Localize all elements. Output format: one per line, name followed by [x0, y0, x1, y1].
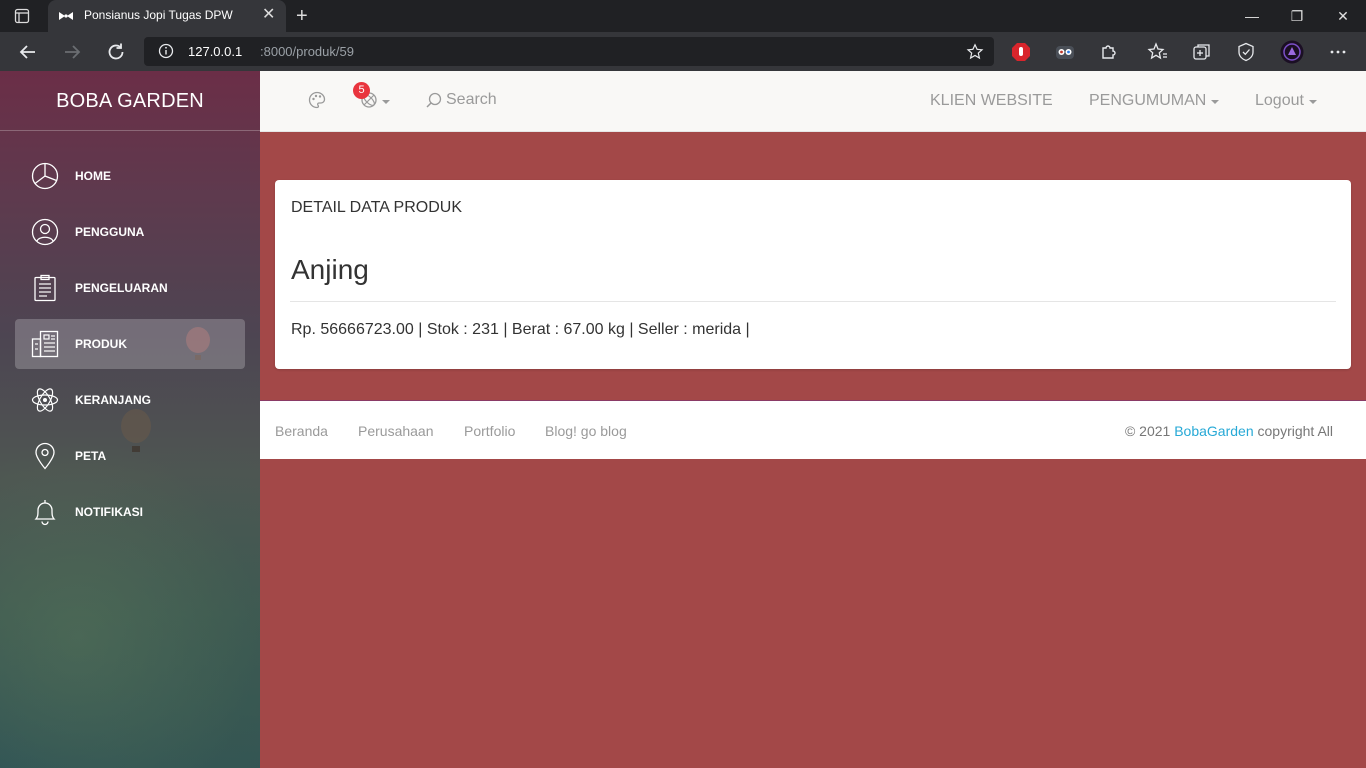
sidebar: BOBA GARDEN HOME PENGGUNA PENGELUARAN PR…: [0, 71, 260, 768]
product-details: Rp. 56666723.00 | Stok : 231 | Berat : 6…: [291, 321, 750, 338]
sidebar-item-pengguna[interactable]: PENGGUNA: [15, 207, 245, 257]
sidebar-item-peta[interactable]: PETA: [15, 431, 245, 481]
copyright-suffix: copyright All: [1253, 423, 1334, 439]
collections-icon[interactable]: [1191, 41, 1213, 63]
footer-link-portfolio[interactable]: Portfolio: [464, 423, 515, 439]
minimize-button[interactable]: —: [1229, 0, 1275, 32]
restore-button[interactable]: ❐: [1274, 0, 1320, 32]
url-path: :8000/produk/59: [260, 44, 354, 59]
footer-link-perusahaan[interactable]: Perusahaan: [358, 423, 434, 439]
profile-avatar-icon[interactable]: [1280, 40, 1304, 64]
chevron-down-icon: [1309, 100, 1317, 104]
sidebar-item-home[interactable]: HOME: [15, 151, 245, 201]
map-pin-icon: [35, 442, 55, 470]
brand-logo[interactable]: BOBA GARDEN: [0, 71, 260, 131]
favorites-icon[interactable]: [1147, 41, 1169, 63]
chevron-down-icon: [382, 100, 390, 104]
url-host: 127.0.0.1: [188, 44, 243, 59]
sidebar-item-keranjang[interactable]: KERANJANG: [15, 375, 245, 425]
pie-chart-icon: [31, 162, 59, 190]
copyright-brand-link[interactable]: BobaGarden: [1174, 423, 1253, 439]
building-icon: [31, 330, 59, 358]
sidebar-item-pengeluaran[interactable]: PENGELUARAN: [15, 263, 245, 313]
notification-count-badge: 5: [353, 82, 370, 99]
browser-essentials-icon[interactable]: [1235, 41, 1257, 63]
site-info-icon[interactable]: [158, 43, 174, 59]
chevron-down-icon: [1211, 100, 1219, 104]
clipboard-icon: [34, 274, 56, 302]
footer-link-blog[interactable]: Blog! go blog: [545, 423, 627, 439]
extensions-puzzle-icon[interactable]: [1098, 41, 1120, 63]
sidebar-item-label: NOTIFIKASI: [75, 505, 143, 519]
tab-actions-icon[interactable]: [14, 8, 30, 24]
sidebar-item-label: PENGGUNA: [75, 225, 145, 239]
forward-arrow-icon[interactable]: [60, 40, 84, 64]
back-arrow-icon[interactable]: [16, 40, 40, 64]
search-icon: [426, 92, 442, 108]
footer: Beranda Perusahaan Portfolio Blog! go bl…: [260, 400, 1366, 459]
atom-icon: [31, 388, 59, 412]
palette-icon[interactable]: [308, 91, 326, 109]
browser-address-bar: 127.0.0.1 :8000/produk/59: [0, 32, 1366, 71]
tab-title: Ponsianus Jopi Tugas DPW: [84, 8, 233, 22]
sidebar-item-produk[interactable]: PRODUK: [15, 319, 245, 369]
product-detail-card: DETAIL DATA PRODUK Anjing Rp. 56666723.0…: [275, 180, 1351, 369]
sidebar-item-label: KERANJANG: [75, 393, 152, 407]
logout-label: Logout: [1255, 92, 1304, 109]
bell-icon: [34, 500, 56, 526]
card-title: DETAIL DATA PRODUK: [291, 199, 462, 216]
sidebar-item-label: PETA: [75, 449, 107, 463]
footer-link-beranda[interactable]: Beranda: [275, 423, 328, 439]
browser-tab[interactable]: Ponsianus Jopi Tugas DPW ✕: [48, 0, 286, 32]
product-name: Anjing: [291, 254, 369, 285]
sidebar-item-label: PRODUK: [75, 337, 128, 351]
add-favorite-icon[interactable]: [966, 43, 984, 61]
browser-tab-bar: Ponsianus Jopi Tugas DPW ✕ + — ❐ ✕: [0, 0, 1366, 32]
url-field[interactable]: 127.0.0.1 :8000/produk/59: [144, 37, 994, 66]
adblock-extension-icon[interactable]: [1010, 41, 1032, 63]
more-options-icon[interactable]: [1327, 41, 1349, 63]
user-icon: [31, 218, 59, 246]
klien-website-link[interactable]: KLIEN WEBSITE: [930, 92, 1053, 110]
search-label: Search: [446, 91, 497, 108]
copyright-prefix: © 2021: [1124, 423, 1175, 439]
top-navbar: 5 Search KLIEN WEBSITE PENGUMUMAN Logout: [260, 71, 1366, 132]
window-close-button[interactable]: ✕: [1320, 0, 1366, 32]
new-tab-button[interactable]: +: [296, 6, 308, 26]
tab-close-icon[interactable]: ✕: [262, 7, 275, 23]
sidebar-item-label: HOME: [75, 169, 111, 183]
refresh-icon[interactable]: [104, 40, 128, 64]
divider: [290, 301, 1336, 302]
pengumuman-label: PENGUMUMAN: [1089, 92, 1207, 109]
bowtie-favicon-icon: [59, 12, 73, 20]
copyright-text: © 2021 BobaGarden copyright All: [1125, 423, 1333, 439]
sidebar-item-notifikasi[interactable]: NOTIFIKASI: [15, 487, 245, 537]
sidebar-item-label: PENGELUARAN: [75, 281, 168, 295]
owl-extension-icon[interactable]: [1054, 41, 1076, 63]
